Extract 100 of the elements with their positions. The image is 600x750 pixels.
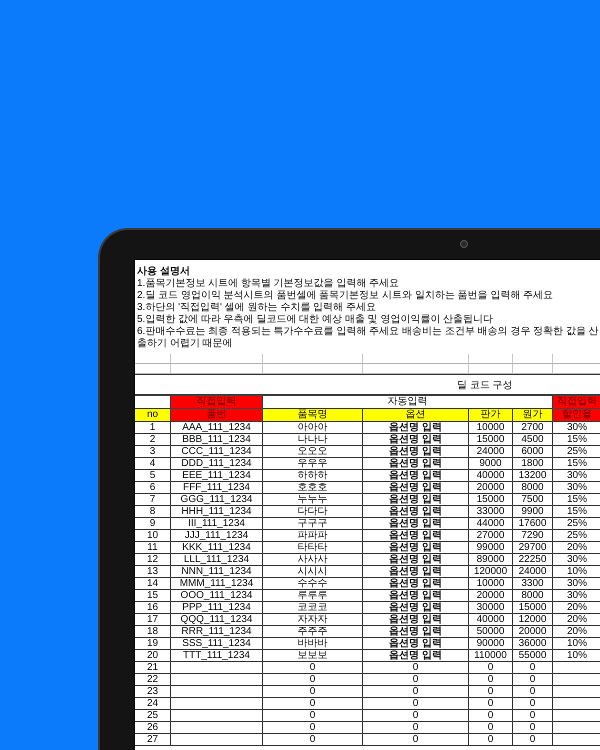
table-cell: 옵션명 입력 [363,434,469,446]
table-cell: 17600 [513,518,553,530]
table-cell: 10000 [469,578,513,590]
table-cell: 2700 [513,422,553,434]
table-cell: 6 [135,482,171,494]
table-cell: 바바바 [263,638,363,650]
table-cell: 20 [135,650,171,662]
table-cell: QQQ_111_1234 [171,614,263,626]
table-cell: 30% [553,590,600,602]
table-cell: 사사사 [263,554,363,566]
table-cell: 20000 [469,590,513,602]
table-cell: BBB_111_1234 [171,434,263,446]
table-cell: 89000 [469,554,513,566]
table-cell: 옵션명 입력 [363,494,469,506]
table-cell: 19 [135,638,171,650]
table-cell: 0 [263,674,363,686]
table-cell: 4500 [513,434,553,446]
table-cell: 22250 [513,554,553,566]
table-cell: 10 [135,530,171,542]
table-cell: 99000 [469,542,513,554]
table-cell: 옵션명 입력 [363,470,469,482]
table-cell: 0 [513,698,553,710]
table-cell: 옵션명 입력 [363,530,469,542]
guide-line: 1.품목기본정보 시트에 항목별 기본정보값을 입력해 주세요 [137,278,400,290]
table-cell: 2 [135,434,171,446]
table-cell: 7 [135,494,171,506]
table-cell: 16 [135,602,171,614]
table-cell: 루루루 [263,590,363,602]
table-cell: 10% [553,650,600,662]
table-cell: 15000 [469,434,513,446]
table-cell: 23 [135,686,171,698]
table-cell: 30% [553,482,600,494]
group-header: 직접입력 [171,396,263,409]
column-header: 품목명 [263,409,363,422]
table-cell: 30% [553,578,600,590]
table-cell: 8 [135,506,171,518]
table-cell: 0 [363,722,469,734]
table-cell: 10% [553,566,600,578]
table-cell: 15% [553,494,600,506]
table-cell: 자자자 [263,614,363,626]
table-cell: 90000 [469,638,513,650]
table-cell: 17 [135,614,171,626]
table-cell: NNN_111_1234 [171,566,263,578]
table-cell: 22 [135,674,171,686]
table-cell: 50000 [469,626,513,638]
table-cell: 누누누 [263,494,363,506]
table-cell: 30% [553,422,600,434]
column-header: 품번 [171,409,263,422]
table-cell: 6000 [513,446,553,458]
table-cell: 0 [513,662,553,674]
table-cell: 하하하 [263,470,363,482]
table-cell: 0 [263,698,363,710]
table-cell: 0 [263,686,363,698]
table-cell: 옵션명 입력 [363,542,469,554]
table-cell: 시시시 [263,566,363,578]
table-cell: 44000 [469,518,513,530]
table-cell: 보보보 [263,650,363,662]
table-cell: FFF_111_1234 [171,482,263,494]
table-cell: 옵션명 입력 [363,578,469,590]
camera-dot [460,240,468,248]
table-cell: 25% [553,446,600,458]
guide-line: 5.입력한 값에 따라 우측에 딜코드에 대한 예상 매출 및 영업이익률이 산출됩니다 [137,314,494,326]
table-cell: DDD_111_1234 [171,458,263,470]
table-cell: 12000 [513,614,553,626]
guide-line: 2.딜 코드 영업이익 분석시트의 품번셀에 품목기본정보 시트와 일치하는 품번을 입력해 주세요 [137,290,554,302]
table-cell: SSS_111_1234 [171,638,263,650]
table-cell: 0 [469,674,513,686]
table-cell: 옵션명 입력 [363,590,469,602]
table-cell: 옵션명 입력 [363,518,469,530]
table-cell: 1 [135,422,171,434]
table-cell: 3 [135,446,171,458]
table-cell: 25% [553,530,600,542]
table-cell: 10% [553,638,600,650]
table-cell: TTT_111_1234 [171,650,263,662]
table-cell: OOO_111_1234 [171,590,263,602]
table-cell: 0 [363,686,469,698]
table-cell: 옵션명 입력 [363,602,469,614]
table-cell: 수수수 [263,578,363,590]
table-cell: 29700 [513,542,553,554]
table-cell: 오오오 [263,446,363,458]
table-cell: 옵션명 입력 [363,458,469,470]
table-cell: 옵션명 입력 [363,650,469,662]
table-cell: 0 [469,710,513,722]
table-cell: LLL_111_1234 [171,554,263,566]
table-cell: 15% [553,458,600,470]
table-cell: 9 [135,518,171,530]
table-cell: 9000 [469,458,513,470]
table-cell: 55000 [513,650,553,662]
table-cell: 30% [553,554,600,566]
table-cell: 15% [553,434,600,446]
table-cell: 0 [513,734,553,746]
table-cell: 20000 [469,482,513,494]
table-cell: JJJ_111_1234 [171,530,263,542]
table-cell: 30000 [469,602,513,614]
table-cell: 옵션명 입력 [363,626,469,638]
table-cell: 20% [553,614,600,626]
table-cell: 30% [553,470,600,482]
table-cell: 0 [513,722,553,734]
table-cell: 110000 [469,650,513,662]
table-cell: 8000 [513,590,553,602]
